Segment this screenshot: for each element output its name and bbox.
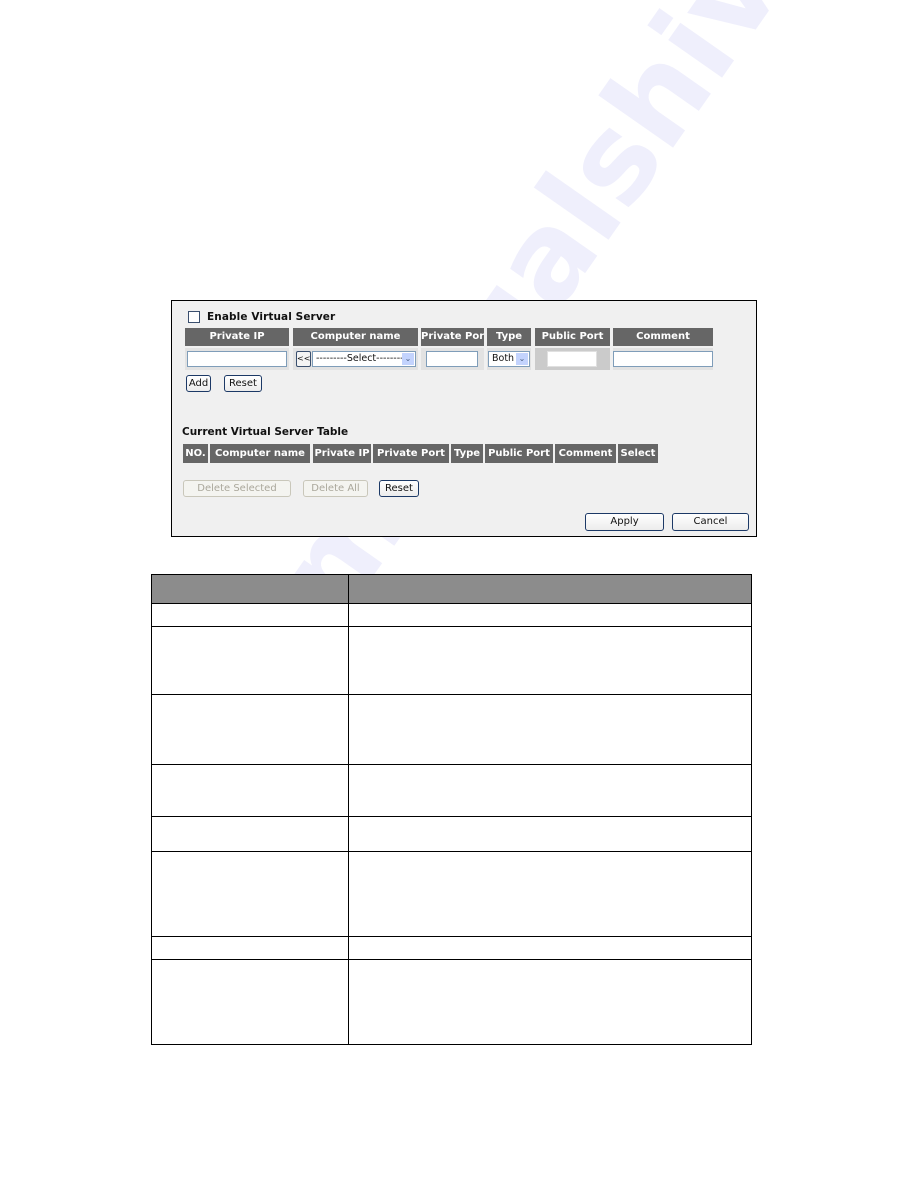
table-row	[151, 816, 752, 852]
cancel-button[interactable]: Cancel	[672, 513, 749, 531]
table-header-no: NO.	[183, 444, 208, 463]
item-cell	[151, 694, 349, 765]
table-header-computer-name: Computer name	[210, 444, 310, 463]
add-button[interactable]: Add	[186, 375, 211, 392]
item-cell	[151, 936, 349, 960]
cell-computer-name: << ---------Select-------- ⌄	[293, 348, 418, 370]
item-cell	[151, 603, 349, 627]
table-header-public-port: Public Port	[485, 444, 553, 463]
cell-private-port	[421, 348, 484, 370]
table-row	[151, 936, 752, 960]
description-cell	[348, 694, 752, 765]
item-cell	[151, 959, 349, 1045]
table-reset-button[interactable]: Reset	[379, 480, 419, 497]
header-computer-name: Computer name	[293, 328, 418, 346]
cell-comment	[613, 348, 713, 370]
enable-virtual-server-checkbox[interactable]	[188, 311, 200, 323]
chevron-down-icon[interactable]: ⌄	[402, 353, 414, 365]
private-ip-input[interactable]	[187, 351, 287, 367]
reset-button[interactable]: Reset	[224, 375, 262, 392]
header-item	[151, 574, 349, 604]
header-private-ip: Private IP	[185, 328, 289, 346]
description-cell	[348, 603, 752, 627]
table-header-private-port: Private Port	[373, 444, 449, 463]
private-port-input[interactable]	[426, 351, 478, 367]
description-cell	[348, 936, 752, 960]
delete-selected-button[interactable]: Delete Selected	[183, 480, 291, 497]
table-row	[151, 603, 752, 627]
header-public-port: Public Port	[535, 328, 610, 346]
cell-public-port	[535, 348, 610, 370]
header-comment: Comment	[613, 328, 713, 346]
computer-name-select[interactable]: ---------Select-------- ⌄	[312, 351, 416, 367]
delete-all-button[interactable]: Delete All	[303, 480, 368, 497]
description-cell	[348, 959, 752, 1045]
apply-button[interactable]: Apply	[585, 513, 664, 531]
description-cell	[348, 816, 752, 852]
item-cell	[151, 626, 349, 695]
copy-computer-ip-button[interactable]: <<	[296, 351, 311, 367]
public-port-input[interactable]	[547, 351, 597, 367]
header-type: Type	[487, 328, 531, 346]
item-cell	[151, 851, 349, 937]
enable-virtual-server-row[interactable]: Enable Virtual Server	[188, 311, 335, 323]
cell-private-ip	[185, 348, 289, 370]
description-cell	[348, 851, 752, 937]
table-row	[151, 959, 752, 1045]
virtual-server-panel: Enable Virtual Server Private IP Compute…	[171, 300, 757, 537]
item-cell	[151, 764, 349, 817]
table-header-private-ip: Private IP	[313, 444, 371, 463]
table-row	[151, 694, 752, 765]
header-description	[348, 574, 752, 604]
description-cell	[348, 764, 752, 817]
type-select-value: Both	[492, 353, 515, 364]
comment-input[interactable]	[613, 351, 713, 367]
description-table	[151, 574, 752, 1045]
table-row	[151, 851, 752, 937]
description-table-header	[151, 574, 752, 604]
table-header-select: Select	[618, 444, 658, 463]
item-cell	[151, 816, 349, 852]
current-table-title: Current Virtual Server Table	[182, 426, 349, 438]
table-row	[151, 764, 752, 817]
chevron-down-icon[interactable]: ⌄	[516, 353, 528, 365]
table-header-comment: Comment	[555, 444, 616, 463]
cell-type: Both ⌄	[487, 348, 531, 370]
enable-virtual-server-label: Enable Virtual Server	[207, 311, 336, 323]
description-cell	[348, 626, 752, 695]
type-select[interactable]: Both ⌄	[488, 351, 530, 367]
table-row	[151, 626, 752, 695]
header-private-port: Private Port	[421, 328, 484, 346]
table-header-type: Type	[451, 444, 483, 463]
computer-name-select-value: ---------Select--------	[316, 353, 404, 364]
